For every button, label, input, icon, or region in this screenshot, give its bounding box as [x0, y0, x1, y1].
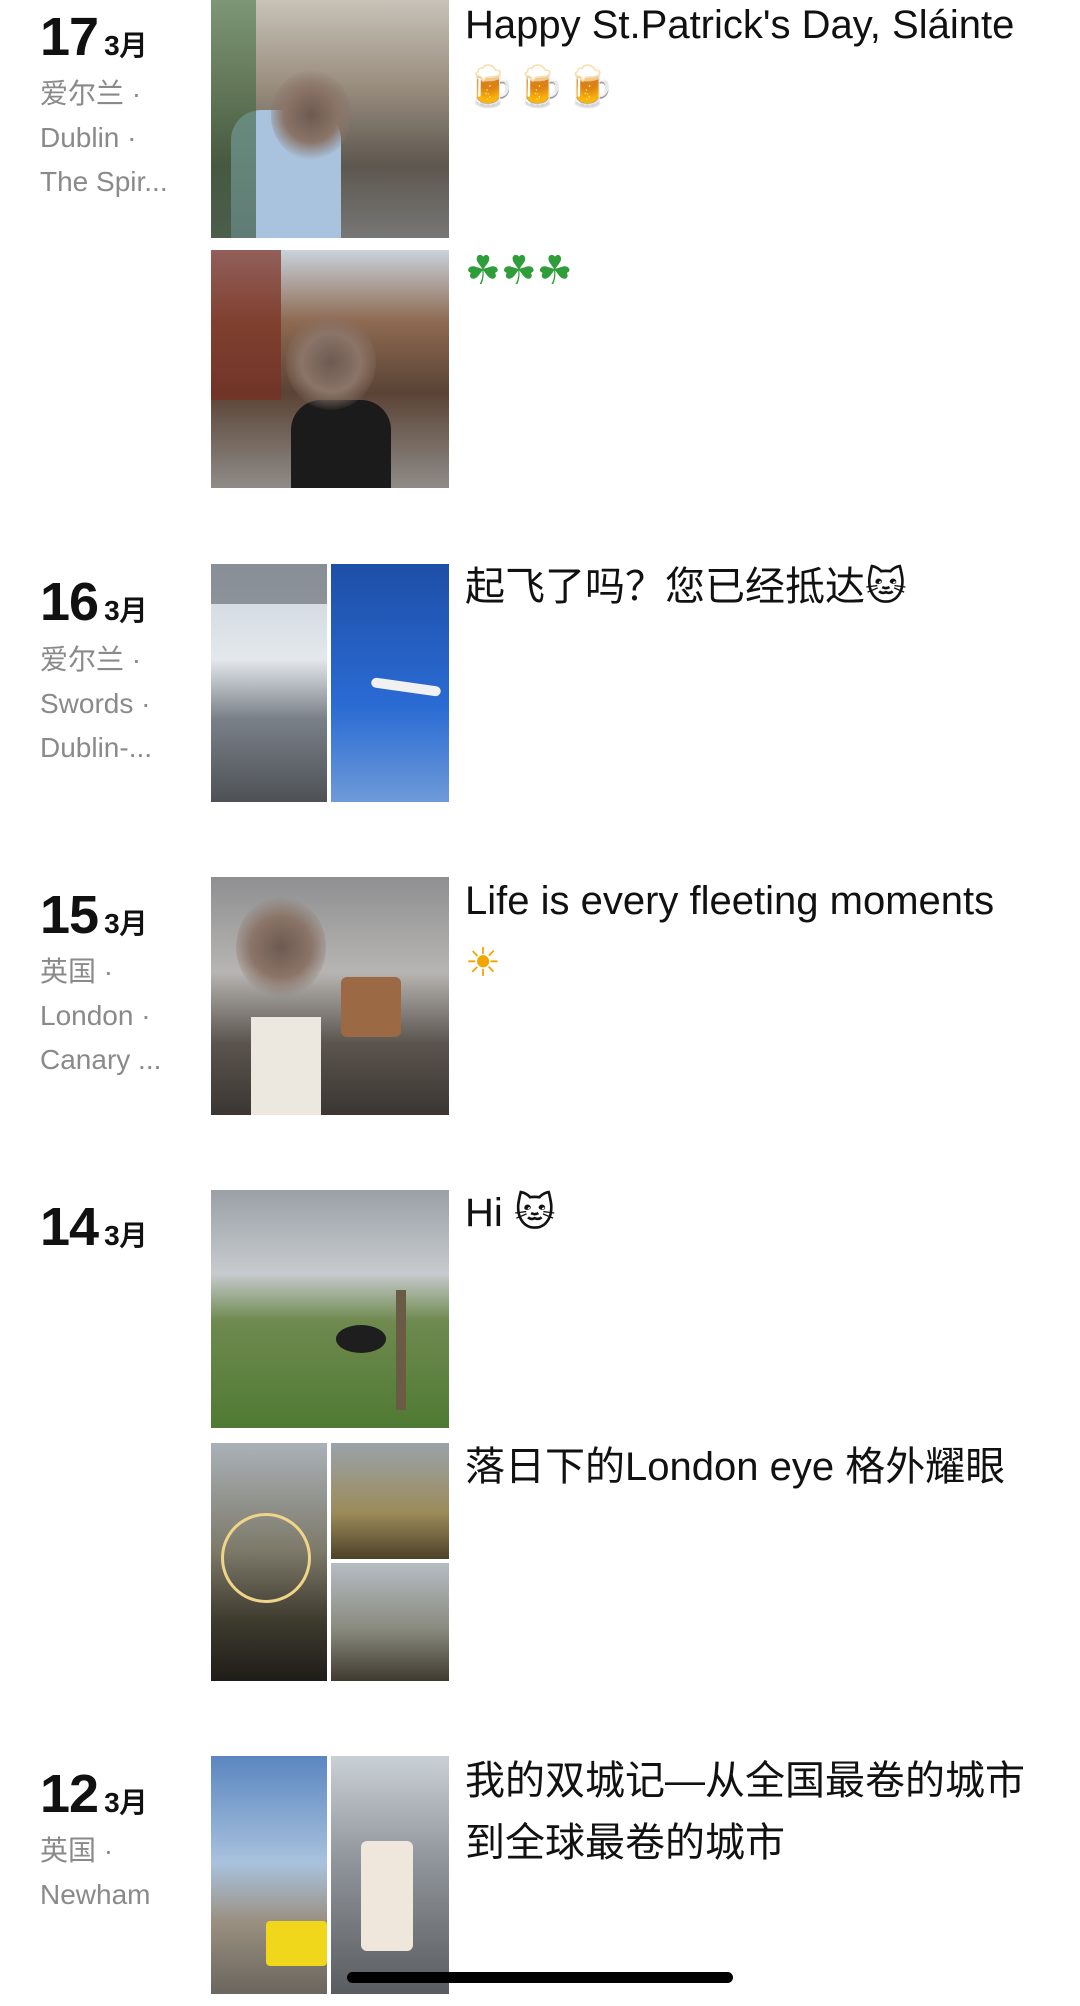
location-line: Swords ·	[40, 688, 151, 719]
post-day: 16	[40, 572, 99, 632]
post-month: 3月	[104, 1220, 148, 1251]
post-photo[interactable]	[211, 250, 449, 488]
post-month: 3月	[104, 30, 148, 61]
location-line: London ·	[40, 1000, 151, 1031]
post-caption[interactable]: 起飞了吗？您已经抵达🐱	[465, 556, 1025, 618]
post-date: 12 3月	[40, 1767, 148, 1821]
post-photo[interactable]	[211, 1190, 449, 1428]
post-date: 15 3月	[40, 888, 148, 942]
location-line: 爱尔兰 ·	[40, 78, 142, 109]
caption-text: Life is every fleeting moments	[465, 879, 995, 923]
post-day: 12	[40, 1764, 99, 1824]
caption-text: 我的双城记—从全国最卷的城市到全球最卷的城市	[465, 1759, 1025, 1865]
post-photo[interactable]	[211, 0, 449, 238]
shamrock-emoji-icon: ☘☘☘	[465, 248, 573, 294]
post-month: 3月	[104, 595, 148, 626]
post-location[interactable]: 爱尔兰 · Dublin · The Spir...	[40, 72, 200, 204]
caption-text: 起飞了吗？您已经抵达	[465, 565, 865, 609]
post-caption[interactable]: ☘☘☘	[465, 240, 1025, 302]
location-line: Newham	[40, 1879, 151, 1910]
location-line: Canary ...	[40, 1044, 162, 1075]
location-line: 英国 ·	[40, 1835, 114, 1866]
post-month: 3月	[104, 908, 148, 939]
post-date: 17 3月	[40, 10, 148, 64]
location-line: Dublin-...	[40, 732, 153, 763]
post-caption[interactable]: Happy St.Patrick's Day, Sláinte 🍺🍺🍺	[465, 0, 1025, 118]
caption-text: 落日下的London eye 格外耀眼	[465, 1445, 1006, 1489]
post-photo-grid[interactable]	[211, 1756, 449, 1994]
post-caption[interactable]: Hi 🐱	[465, 1182, 1025, 1244]
post-date: 16 3月	[40, 575, 148, 629]
post-day: 15	[40, 885, 99, 945]
post-location[interactable]: 爱尔兰 · Swords · Dublin-...	[40, 638, 200, 770]
location-line: 爱尔兰 ·	[40, 644, 142, 675]
home-indicator[interactable]	[347, 1972, 733, 1983]
post-location[interactable]: 英国 · Newham	[40, 1829, 200, 1917]
post-caption[interactable]: 我的双城记—从全国最卷的城市到全球最卷的城市	[465, 1750, 1025, 1874]
post-photo-grid[interactable]	[211, 1443, 449, 1681]
location-line: The Spir...	[40, 166, 168, 197]
post-photo[interactable]	[211, 877, 449, 1115]
location-line: Dublin ·	[40, 122, 137, 153]
cat-emoji-icon: 🐱	[865, 564, 907, 610]
post-caption[interactable]: Life is every fleeting moments ☀	[465, 870, 1025, 994]
post-date: 14 3月	[40, 1200, 148, 1254]
caption-text: Hi	[465, 1191, 503, 1235]
post-caption[interactable]: 落日下的London eye 格外耀眼	[465, 1436, 1025, 1498]
post-day: 14	[40, 1197, 99, 1257]
sun-emoji-icon: ☀	[465, 940, 501, 986]
post-photo-grid[interactable]	[211, 564, 449, 802]
caption-text: Happy St.Patrick's Day, Sláinte	[465, 3, 1015, 47]
cat-emoji-icon: 🐱	[513, 1190, 556, 1236]
post-day: 17	[40, 7, 99, 67]
location-line: 英国 ·	[40, 956, 114, 987]
post-month: 3月	[104, 1787, 148, 1818]
beer-emoji-icon: 🍺🍺🍺	[465, 64, 615, 110]
post-location[interactable]: 英国 · London · Canary ...	[40, 950, 200, 1082]
